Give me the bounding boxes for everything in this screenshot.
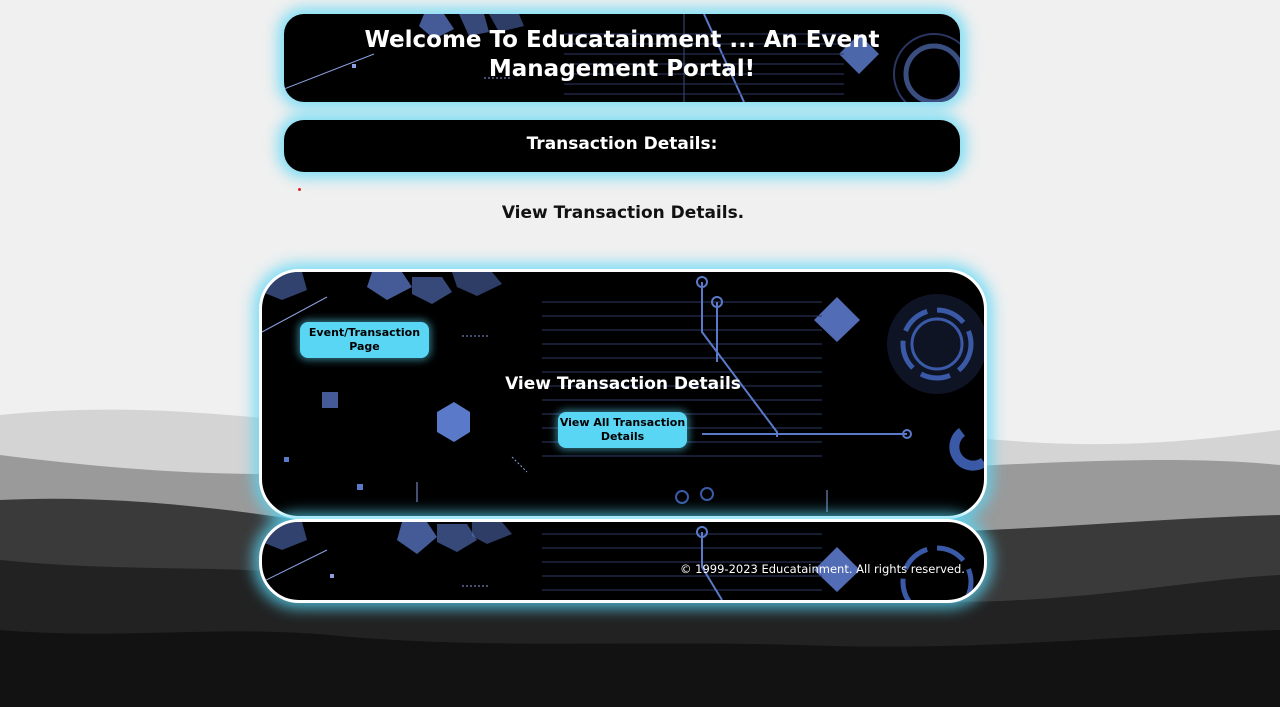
card-heading: View Transaction Details (505, 374, 741, 394)
page-title: Welcome To Educatainment ... An Event Ma… (364, 27, 880, 82)
page-subtitle: View Transaction Details. (501, 203, 745, 223)
transaction-card: Event/Transaction Page View Transaction … (259, 269, 987, 519)
view-all-transaction-details-button[interactable]: View All Transaction Details (558, 412, 687, 448)
tech-pattern-background (262, 272, 984, 512)
section-heading-bar: Transaction Details: (284, 120, 960, 172)
section-heading: Transaction Details: (526, 134, 718, 154)
tech-pattern-background (262, 522, 974, 600)
footer: © 1999-2023 Educatainment. All rights re… (259, 519, 987, 603)
red-dot-marker (298, 188, 301, 191)
event-transaction-page-button[interactable]: Event/Transaction Page (300, 322, 429, 358)
header-banner: Welcome To Educatainment ... An Event Ma… (284, 14, 960, 102)
copyright-text: © 1999-2023 Educatainment. All rights re… (680, 562, 965, 576)
